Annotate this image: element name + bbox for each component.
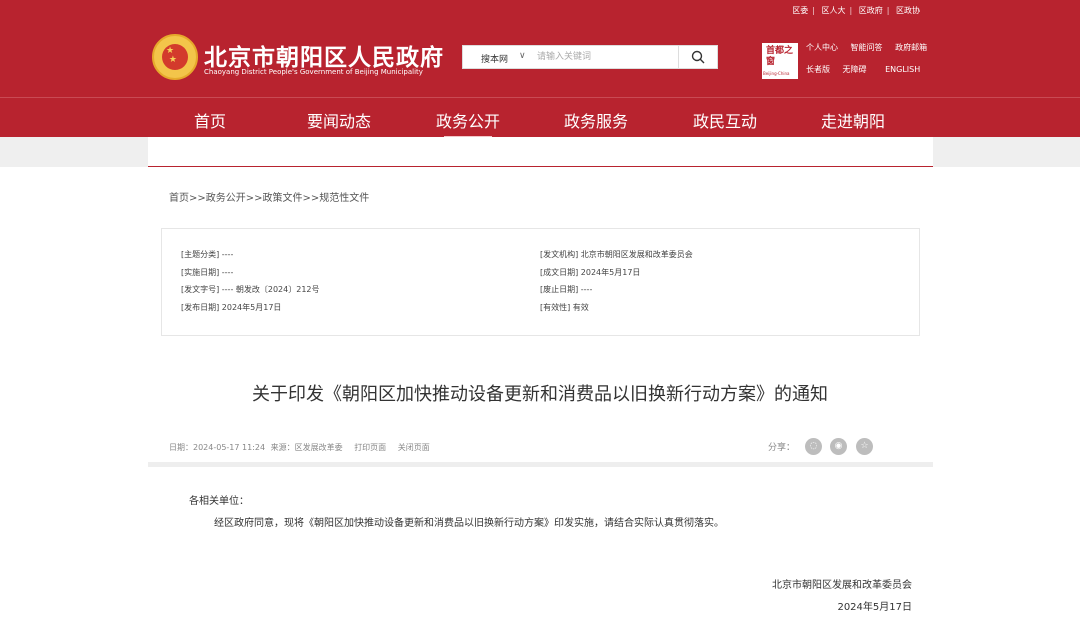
- meta-expiry-date: [废止日期] ----: [540, 285, 593, 294]
- meta-topic: [主题分类] ----: [181, 250, 234, 259]
- quick-links: 个人中心 智能问答 政府邮箱 长者版 无障碍 ENGLISH: [806, 42, 937, 86]
- meta-right-column: [发文机构] 北京市朝阳区发展和改革委员会 [成文日期] 2024年5月17日 …: [540, 249, 693, 320]
- breadcrumb[interactable]: 首页>>政务公开>>政策文件>>规范性文件: [169, 189, 369, 204]
- signature-organization: 北京市朝阳区发展和改革委员会: [772, 580, 912, 591]
- meta-validity: [有效性] 有效: [540, 303, 589, 312]
- site-header: 区委 | 区人大 | 区政府 | 区政协 ★ ★ 北京市朝阳区人民政府 Chaoyan…: [0, 0, 1080, 97]
- site-title[interactable]: 北京市朝阳区人民政府: [204, 38, 444, 72]
- search-scope-select[interactable]: 搜本网: [481, 52, 508, 65]
- top-link-district-cppcc[interactable]: 区政协: [896, 6, 920, 15]
- meta-effective-date: [实施日期] ----: [181, 268, 234, 277]
- nav-interaction[interactable]: 政民互动: [693, 108, 757, 132]
- weibo-icon[interactable]: ◉: [830, 438, 847, 455]
- wechat-icon[interactable]: ◌: [805, 438, 822, 455]
- chevron-down-icon[interactable]: ∨: [519, 51, 526, 61]
- meta-left-column: [主题分类] ---- [实施日期] ---- [发文字号] ---- 朝发改〔…: [181, 249, 320, 320]
- divider: [148, 462, 933, 467]
- capital-window-seal[interactable]: 首都之窗 Beijing-China: [762, 43, 798, 79]
- nav-home[interactable]: 首页: [194, 108, 226, 132]
- quick-link-elder-mode[interactable]: 长者版: [806, 65, 830, 74]
- nav-services[interactable]: 政务服务: [564, 108, 628, 132]
- nav-news[interactable]: 要闻动态: [307, 108, 371, 132]
- document-meta-box: [主题分类] ---- [实施日期] ---- [发文字号] ---- 朝发改〔…: [161, 228, 920, 336]
- search-icon: [691, 50, 705, 64]
- close-page-link[interactable]: 关闭页面: [398, 443, 430, 452]
- top-link-district-congress[interactable]: 区人大: [822, 6, 846, 15]
- quick-link-gov-mailbox[interactable]: 政府邮箱: [895, 43, 927, 52]
- document-info: 日期：2024-05-17 11:24 来源：区发展改革委 打印页面 关闭页面: [169, 442, 433, 453]
- search-bar: 搜本网 ∨: [462, 45, 718, 69]
- search-input[interactable]: [537, 49, 677, 65]
- favorite-icon[interactable]: ☆: [856, 438, 873, 455]
- info-source: 来源：区发展改革委: [270, 443, 343, 452]
- meta-issuing-agency: [发文机构] 北京市朝阳区发展和改革委员会: [540, 250, 693, 259]
- top-link-district-government[interactable]: 区政府: [859, 6, 883, 15]
- meta-written-date: [成文日期] 2024年5月17日: [540, 268, 641, 277]
- search-button[interactable]: [678, 46, 717, 68]
- quick-link-accessibility[interactable]: 无障碍: [843, 65, 867, 74]
- top-link-district-committee[interactable]: 区委: [792, 6, 808, 15]
- content-top-border: [148, 137, 933, 167]
- nav-about-chaoyang[interactable]: 走进朝阳: [821, 108, 885, 132]
- meta-publish-date: [发布日期] 2024年5月17日: [181, 303, 282, 312]
- body-paragraph: 经区政府同意，现将《朝阳区加快推动设备更新和消费品以旧换新行动方案》印发实施，请…: [214, 518, 724, 529]
- quick-link-smart-qa[interactable]: 智能问答: [851, 43, 883, 52]
- meta-doc-number: [发文字号] ---- 朝发改〔2024〕212号: [181, 285, 320, 294]
- document-title: 关于印发《朝阳区加快推动设备更新和消费品以旧换新行动方案》的通知: [252, 384, 828, 405]
- nav-gov-affairs[interactable]: 政务公开: [436, 108, 500, 132]
- main-nav: 首页 要闻动态 政务公开 政务服务 政民互动 走进朝阳: [0, 97, 1080, 137]
- top-links: 区委 | 区人大 | 区政府 | 区政协: [792, 6, 920, 15]
- share-label: 分享：: [768, 443, 796, 453]
- quick-link-english[interactable]: ENGLISH: [885, 65, 920, 74]
- site-subtitle: Chaoyang District People's Government of…: [204, 68, 423, 76]
- signature-date: 2024年5月17日: [837, 602, 912, 613]
- print-page-link[interactable]: 打印页面: [354, 443, 386, 452]
- quick-link-personal-center[interactable]: 个人中心: [806, 43, 838, 52]
- national-emblem-logo[interactable]: ★ ★: [152, 34, 198, 80]
- salutation: 各相关单位：: [189, 496, 249, 507]
- info-date: 日期：2024-05-17 11:24: [169, 443, 266, 452]
